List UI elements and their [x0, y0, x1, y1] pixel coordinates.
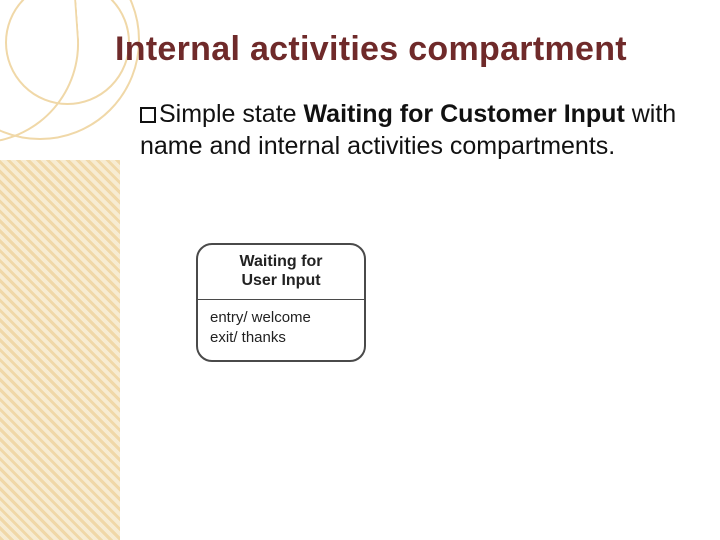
body-strong: Waiting for Customer Input: [304, 100, 625, 128]
body-pre: Simple state: [159, 100, 304, 128]
exit-action: exit/ thanks: [210, 328, 352, 348]
slide-decoration: [0, 0, 220, 540]
state-box: Waiting for User Input entry/ welcome ex…: [196, 243, 366, 362]
state-activities-compartment: entry/ welcome exit/ thanks: [198, 300, 364, 361]
slide-title: Internal activities compartment: [115, 30, 627, 69]
leaf-outline: [0, 0, 86, 143]
state-name-line1: Waiting for: [240, 253, 323, 270]
state-name-compartment: Waiting for User Input: [198, 245, 364, 299]
slide-body: Simple state Waiting for Customer Input …: [140, 98, 680, 162]
entry-action: entry/ welcome: [210, 308, 352, 328]
state-name-line2: User Input: [241, 272, 320, 289]
state-diagram: Waiting for User Input entry/ welcome ex…: [196, 243, 366, 362]
stripe-pattern: [0, 160, 120, 540]
circle-outline-medium: [5, 0, 130, 105]
bullet-square-icon: [140, 107, 156, 123]
circle-outline-large: [0, 0, 140, 140]
